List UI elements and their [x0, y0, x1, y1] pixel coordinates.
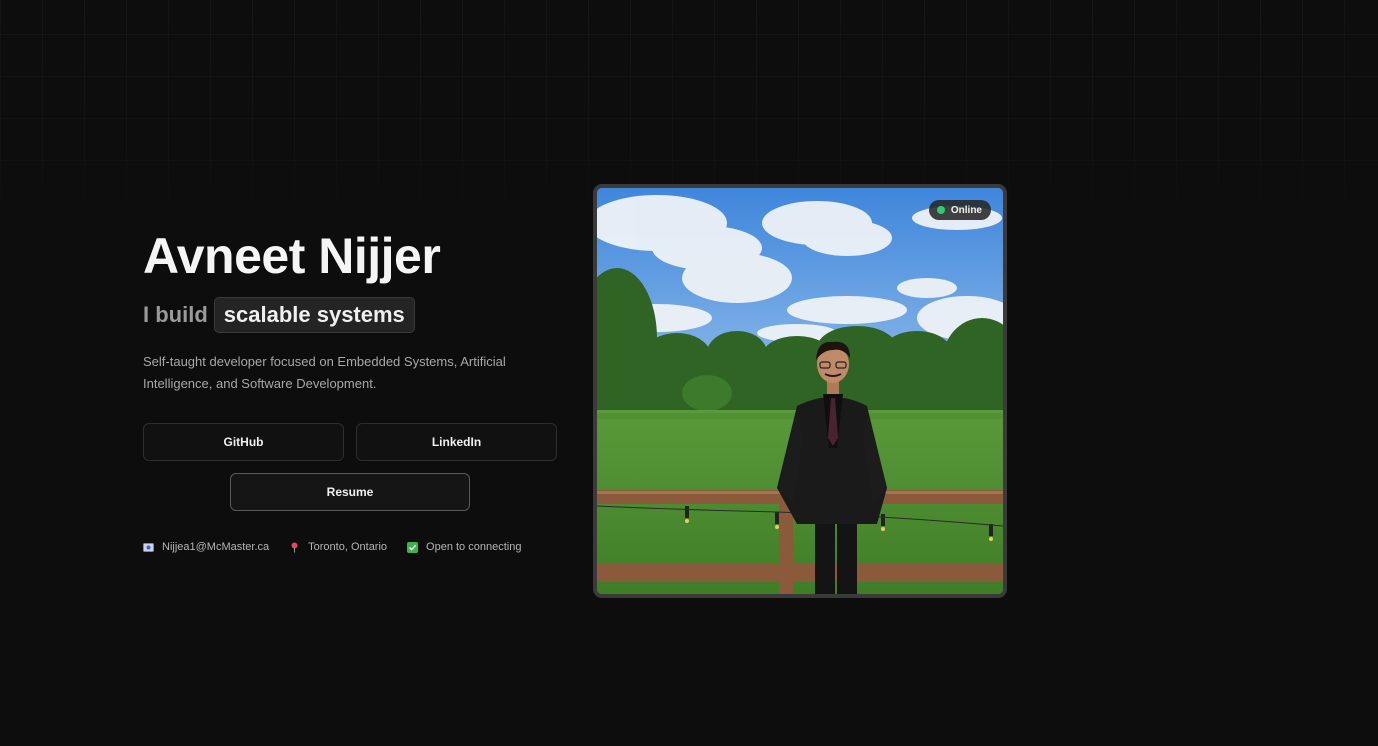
check-box-icon: [407, 541, 419, 553]
linkedin-button[interactable]: LinkedIn: [356, 423, 557, 461]
hero-description: Self-taught developer focused on Embedde…: [143, 354, 506, 391]
status-text: Online: [950, 204, 982, 216]
tagline-prefix: I build: [143, 302, 208, 327]
profile-photo-card: Online: [593, 184, 1007, 598]
page: Avneet Nijjer I build scalable systems S…: [0, 0, 1378, 746]
hero-section: Avneet Nijjer I build scalable systems S…: [143, 225, 563, 553]
contact-email-text: Nijjea1@McMaster.ca: [162, 541, 270, 553]
tagline-highlight: scalable systems: [213, 297, 415, 333]
contact-info: Nijjea1@McMaster.ca Toronto, Ontario Ope…: [143, 541, 563, 553]
hero-name: Avneet Nijjer: [143, 228, 441, 284]
profile-photo: [597, 188, 1003, 594]
contact-email[interactable]: Nijjea1@McMaster.ca: [143, 541, 269, 553]
status-dot-icon: [936, 206, 945, 214]
contact-location-text: Toronto, Ontario: [308, 541, 388, 553]
social-buttons: GitHub LinkedIn: [143, 423, 557, 461]
contact-location: Toronto, Ontario: [289, 541, 387, 553]
resume-button[interactable]: Resume: [230, 473, 470, 511]
hero-tagline: I build scalable systems: [143, 297, 563, 333]
contact-availability: Open to connecting: [407, 541, 521, 553]
status-badge: Online: [928, 200, 991, 220]
envelope-icon: [143, 542, 154, 553]
pin-icon: [289, 542, 300, 553]
contact-availability-text: Open to connecting: [426, 541, 522, 553]
github-button[interactable]: GitHub: [143, 423, 344, 461]
